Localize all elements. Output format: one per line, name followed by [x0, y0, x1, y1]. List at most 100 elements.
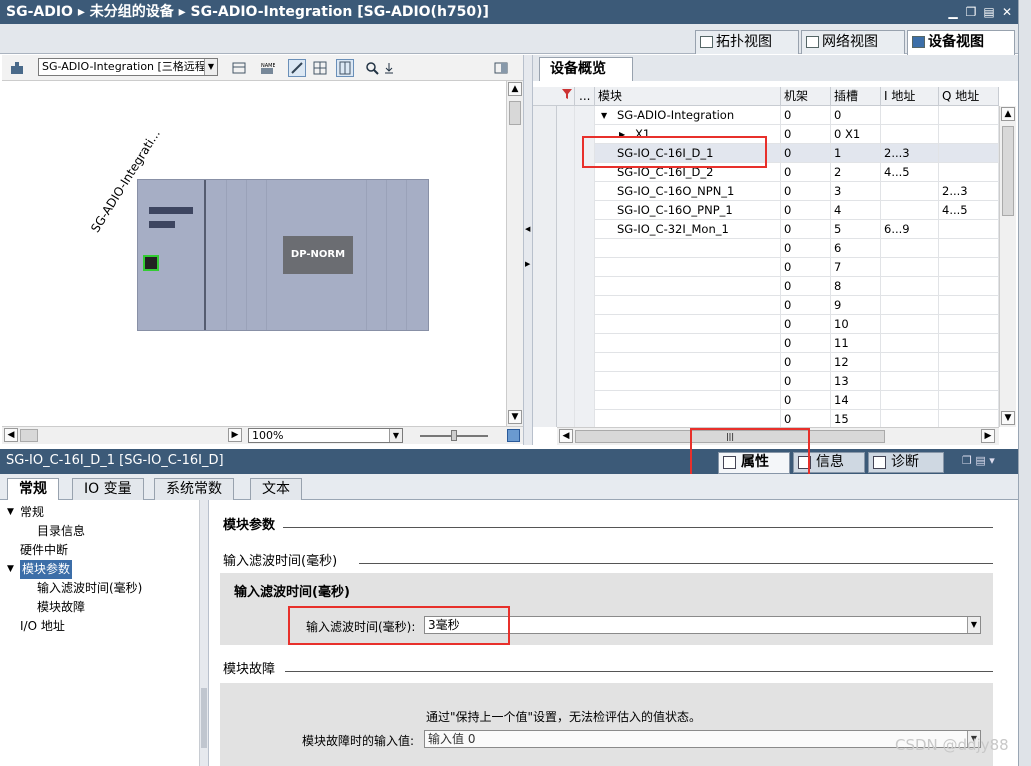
scroll-thumb[interactable]	[20, 429, 38, 442]
tab-general[interactable]: 常规	[7, 478, 59, 501]
tree-item[interactable]: 模块故障	[37, 598, 85, 617]
table-row[interactable]: SG-IO_C-16I_D_2 0 2 4...5	[557, 163, 999, 182]
device-rack[interactable]: DP-NORM	[137, 179, 429, 331]
scroll-down-icon[interactable]: ▼	[1001, 411, 1015, 425]
zoom-select[interactable]: 100% ▼	[248, 428, 403, 443]
column-header-q-address[interactable]: Q 地址	[939, 87, 999, 106]
device-canvas[interactable]: SG-ADIO-Integrati... DP-NORM	[2, 81, 506, 426]
tree-item[interactable]: 常规	[20, 503, 44, 522]
table-row[interactable]: 09	[557, 296, 999, 315]
device-selector[interactable]: SG-ADIO-Integration [三格远程 ▼	[38, 58, 218, 76]
scroll-thumb[interactable]	[1002, 126, 1014, 216]
table-row[interactable]: 0 13	[557, 372, 999, 391]
zoom-slider-handle[interactable]	[451, 430, 457, 441]
table-row[interactable]: 0 14	[557, 391, 999, 410]
expand-right-icon[interactable]: ▶	[525, 260, 530, 268]
fit-view-icon[interactable]	[507, 429, 520, 442]
head-module[interactable]	[138, 180, 206, 330]
scroll-thumb[interactable]	[509, 101, 521, 125]
expand-right-icon[interactable]: ▶	[619, 125, 625, 144]
overview-horizontal-scrollbar[interactable]: ◀ ||| ▶	[557, 427, 999, 445]
column-header-extra[interactable]: ...	[575, 87, 595, 106]
tab-system-constants[interactable]: 系统常数	[154, 478, 234, 500]
panel-toggle-icon[interactable]	[492, 59, 510, 77]
scroll-right-icon[interactable]: ▶	[228, 428, 242, 442]
scroll-up-icon[interactable]: ▲	[508, 82, 522, 96]
tree-item[interactable]: 硬件中断	[20, 541, 68, 560]
port-icon[interactable]	[143, 255, 159, 271]
zoom-icon[interactable]	[363, 59, 381, 77]
minimize-button[interactable]: ▁	[946, 5, 960, 19]
chevron-down-icon[interactable]: ▼	[967, 617, 980, 633]
table-row[interactable]: SG-IO_C-16I_D_1 0 1 2...3	[557, 144, 999, 163]
table-row[interactable]: 0 12	[557, 353, 999, 372]
tab-topology-view[interactable]: 拓扑视图	[695, 30, 799, 54]
canvas-vertical-scrollbar[interactable]: ▲ ▼	[506, 81, 523, 426]
column-header-slot[interactable]: 插槽	[831, 87, 881, 106]
tree-item[interactable]: 目录信息	[37, 522, 85, 541]
restore-button[interactable]: ❐	[964, 5, 978, 19]
tab-diagnostics[interactable]: 诊断	[868, 452, 944, 473]
scroll-right-icon[interactable]: ▶	[981, 429, 995, 443]
column-header-i-address[interactable]: I 地址	[881, 87, 939, 106]
expand-down-icon[interactable]: ▼	[7, 560, 14, 579]
table-icon[interactable]	[230, 59, 248, 77]
slot-divider	[366, 180, 367, 330]
chevron-down-icon[interactable]: ▼	[204, 59, 217, 75]
collapse-left-icon[interactable]: ◀	[525, 225, 530, 233]
tab-properties[interactable]: 属性	[718, 452, 790, 474]
tree-splitter[interactable]	[200, 500, 209, 766]
chevron-down-icon[interactable]: ▼	[389, 429, 402, 442]
properties-content: 模块参数 输入滤波时间(毫秒) 输入滤波时间(毫秒) 输入滤波时间(毫秒): 3…	[209, 500, 1018, 766]
close-button[interactable]: ✕	[1000, 5, 1014, 19]
column-header-rack[interactable]: 机架	[781, 87, 831, 106]
table-row[interactable]: 07	[557, 258, 999, 277]
tab-io-variables[interactable]: IO 变量	[72, 478, 144, 500]
table-row[interactable]: ▶ X1 0 0 X1	[557, 125, 999, 144]
table-row[interactable]: 0 10	[557, 315, 999, 334]
scroll-up-icon[interactable]: ▲	[1001, 107, 1015, 121]
table-row[interactable]: SG-IO_C-16O_NPN_1 0 3 2...3	[557, 182, 999, 201]
tree-item[interactable]: I/O 地址	[20, 617, 65, 636]
expand-down-icon[interactable]: ▼	[601, 106, 607, 125]
scroll-thumb[interactable]: |||	[575, 430, 885, 443]
table-row[interactable]: 0 11	[557, 334, 999, 353]
row-gutter-cell	[557, 239, 575, 258]
grid-icon[interactable]	[311, 59, 329, 77]
download-icon[interactable]	[380, 59, 398, 77]
expand-down-icon[interactable]: ▼	[7, 503, 14, 522]
column-icon[interactable]	[336, 59, 354, 77]
tab-info[interactable]: 信息	[793, 452, 865, 473]
i-address-cell	[881, 296, 939, 315]
filter-time-select[interactable]: 3毫秒 ▼	[424, 616, 981, 634]
table-row[interactable]: ▼ SG-ADIO-Integration 0 0	[557, 106, 999, 125]
editor-splitter[interactable]: ◀ ▶	[523, 55, 533, 445]
column-header-module[interactable]: 模块	[595, 87, 781, 106]
table-row[interactable]: SG-IO_C-32I_Mon_1 0 5 6...9	[557, 220, 999, 239]
dp-norm-module[interactable]: DP-NORM	[283, 236, 353, 274]
row-gutter-cell	[557, 296, 575, 315]
device-icon[interactable]	[8, 59, 26, 77]
scroll-left-icon[interactable]: ◀	[559, 429, 573, 443]
tree-item[interactable]: 输入滤波时间(毫秒)	[37, 579, 142, 598]
tree-item[interactable]: 模块参数	[20, 560, 73, 579]
rack-cell: 0	[781, 372, 831, 391]
panel-controls[interactable]: ❐ ▤ ▾	[962, 449, 995, 473]
table-row[interactable]: 06	[557, 239, 999, 258]
tab-device-overview[interactable]: 设备概览	[539, 57, 633, 81]
scroll-down-icon[interactable]: ▼	[508, 410, 522, 424]
tab-device-view[interactable]: 设备视图	[907, 30, 1015, 55]
filter-icon[interactable]	[557, 87, 575, 106]
table-row[interactable]: 08	[557, 277, 999, 296]
overview-vertical-scrollbar[interactable]: ▲ ▼	[999, 106, 1016, 427]
tab-network-view[interactable]: 网络视图	[801, 30, 905, 54]
scroll-left-icon[interactable]: ◀	[4, 428, 18, 442]
draw-icon[interactable]	[288, 59, 306, 77]
table-row[interactable]: SG-IO_C-16O_PNP_1 0 4 4...5	[557, 201, 999, 220]
tile-button[interactable]: ▤	[982, 5, 996, 19]
table-row[interactable]: 0 15	[557, 410, 999, 427]
canvas-horizontal-scrollbar[interactable]: ◀ ▶ 100% ▼	[2, 426, 523, 444]
view-tab-strip: 拓扑视图 网络视图 设备视图	[0, 24, 1018, 55]
name-icon[interactable]: NAME	[258, 59, 276, 77]
tab-text[interactable]: 文本	[250, 478, 302, 500]
